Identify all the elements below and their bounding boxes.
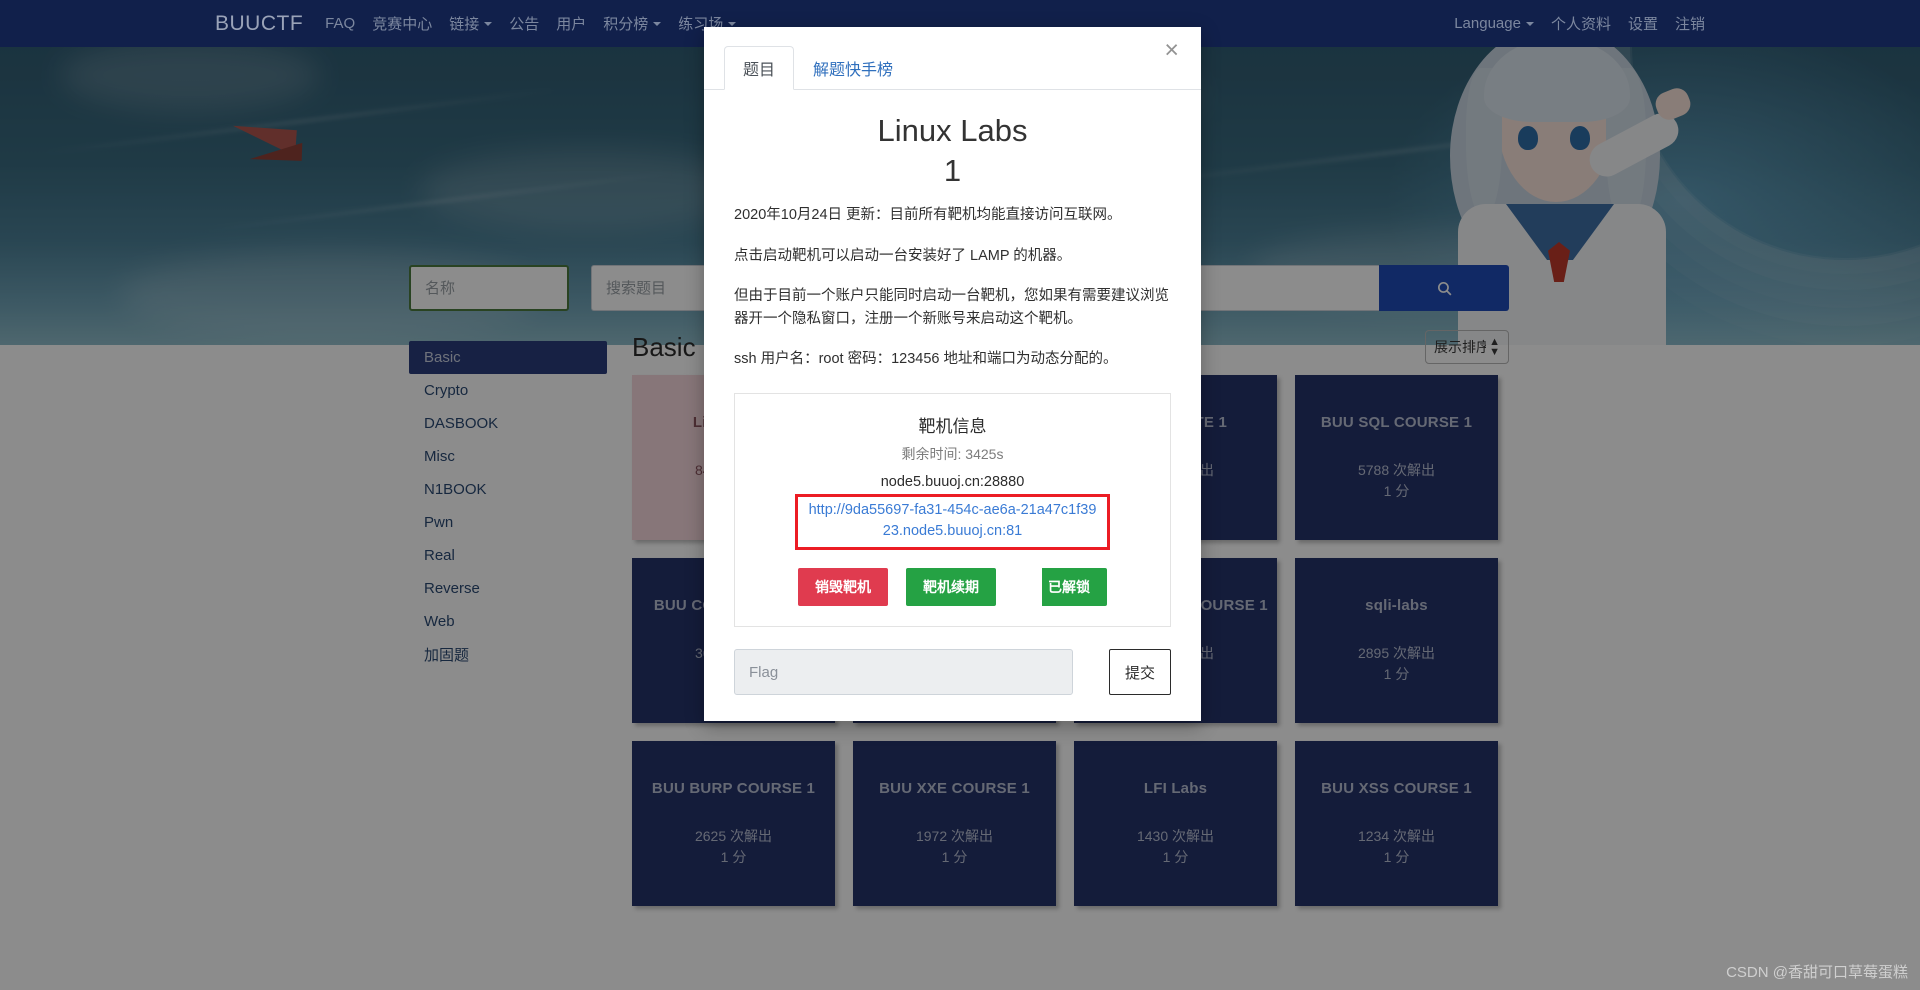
unlocked-label: 已解锁 [1048, 579, 1090, 596]
modal-body: Linux Labs 1 2020年10月24日 更新：目前所有靶机均能直接访问… [704, 90, 1201, 721]
nav-link-profile[interactable]: 个人资料 [1551, 13, 1611, 34]
nav-link-label: 注销 [1674, 16, 1705, 33]
target-url-link[interactable]: http://9da55697-fa31-454c-ae6a-21a47c1f3… [806, 500, 1099, 542]
nav-link-label: 用户 [556, 16, 587, 33]
chevron-down-icon [653, 21, 662, 26]
nav-link-scoreboard[interactable]: 积分榜 [603, 13, 662, 34]
nav-link-settings[interactable]: 设置 [1628, 13, 1658, 34]
nav-link-links[interactable]: 链接 [449, 13, 493, 34]
challenge-point-value: 1 [943, 152, 962, 188]
target-actions: 销毁靶机 靶机续期 已解锁 [749, 568, 1156, 607]
challenge-modal: 题目 解题快手榜 × Linux Labs 1 2020年10月24日 更新：目… [704, 27, 1201, 722]
page-root: BUUCTF FAQ 竞赛中心 链接 公告 用户 积分榜 练习场 Languag… [0, 0, 1920, 990]
tab-solvers-leaderboard[interactable]: 解题快手榜 [794, 46, 912, 90]
close-icon[interactable]: × [1158, 37, 1185, 64]
nav-link-logout[interactable]: 注销 [1675, 13, 1705, 34]
nav-link-users[interactable]: 用户 [556, 13, 586, 34]
flag-input[interactable] [734, 649, 1073, 696]
modal-header: 题目 解题快手榜 × [704, 27, 1201, 90]
description-paragraph: 但由于目前一个账户只能同时启动一台靶机，您如果有需要建议浏览器开一个隐私窗口，注… [734, 287, 1169, 327]
flag-submit-row: 提交 [734, 649, 1171, 696]
unlocked-status-button[interactable]: 已解锁 [1014, 568, 1107, 607]
modal-tabs: 题目 解题快手榜 [724, 45, 1181, 90]
description-paragraph: ssh 用户名：root 密码：123456 地址和端口为动态分配的。 [734, 351, 1118, 368]
chevron-down-icon [1525, 21, 1534, 26]
chevron-down-icon [728, 21, 737, 26]
nav-links-left: FAQ 竞赛中心 链接 公告 用户 积分榜 练习场 [325, 13, 737, 34]
lock-icon [1014, 568, 1042, 607]
target-node-address: node5.buuoj.cn:28880 [880, 474, 1025, 491]
nav-link-label: FAQ [325, 15, 356, 32]
target-panel-heading: 靶机信息 [918, 417, 987, 437]
nav-link-label: 公告 [509, 16, 540, 33]
chevron-down-icon [484, 21, 493, 26]
destroy-target-button[interactable]: 销毁靶机 [798, 568, 888, 607]
tab-label: 题目 [743, 62, 776, 79]
nav-link-faq[interactable]: FAQ [325, 15, 355, 32]
renew-target-button[interactable]: 靶机续期 [906, 568, 996, 607]
nav-link-label: 竞赛中心 [372, 16, 433, 33]
tab-challenge[interactable]: 题目 [724, 46, 795, 90]
challenge-description: 2020年10月24日 更新：目前所有靶机均能直接访问互联网。 点击启动靶机可以… [734, 204, 1171, 371]
description-paragraph: 点击启动靶机可以启动一台安装好了 LAMP 的机器。 [734, 247, 1072, 264]
watermark-text: CSDN @香甜可口草莓蛋糕 [1726, 964, 1908, 981]
nav-link-language[interactable]: Language [1454, 15, 1534, 32]
nav-link-label: 个人资料 [1550, 16, 1611, 33]
target-remaining-time: 剩余时间: 3425s [901, 446, 1004, 463]
submit-flag-button[interactable]: 提交 [1109, 649, 1171, 696]
nav-link-contest-center[interactable]: 竞赛中心 [372, 13, 432, 34]
brand-logo[interactable]: BUUCTF [215, 12, 303, 36]
target-machine-panel: 靶机信息 剩余时间: 3425s node5.buuoj.cn:28880 ht… [734, 393, 1171, 628]
challenge-modal-title: Linux Labs 1 [734, 111, 1171, 190]
nav-link-label: 链接 [449, 16, 480, 33]
nav-link-announcements[interactable]: 公告 [509, 13, 539, 34]
nav-link-label: Language [1454, 15, 1521, 32]
target-link-highlight: http://9da55697-fa31-454c-ae6a-21a47c1f3… [795, 494, 1110, 551]
description-paragraph: 2020年10月24日 更新：目前所有靶机均能直接访问互联网。 [734, 207, 1122, 224]
nav-link-label: 设置 [1627, 16, 1658, 33]
tab-label: 解题快手榜 [813, 62, 894, 79]
nav-links-right: Language 个人资料 设置 注销 [1454, 13, 1705, 34]
nav-link-label: 积分榜 [603, 16, 649, 33]
challenge-name: Linux Labs [877, 113, 1028, 148]
